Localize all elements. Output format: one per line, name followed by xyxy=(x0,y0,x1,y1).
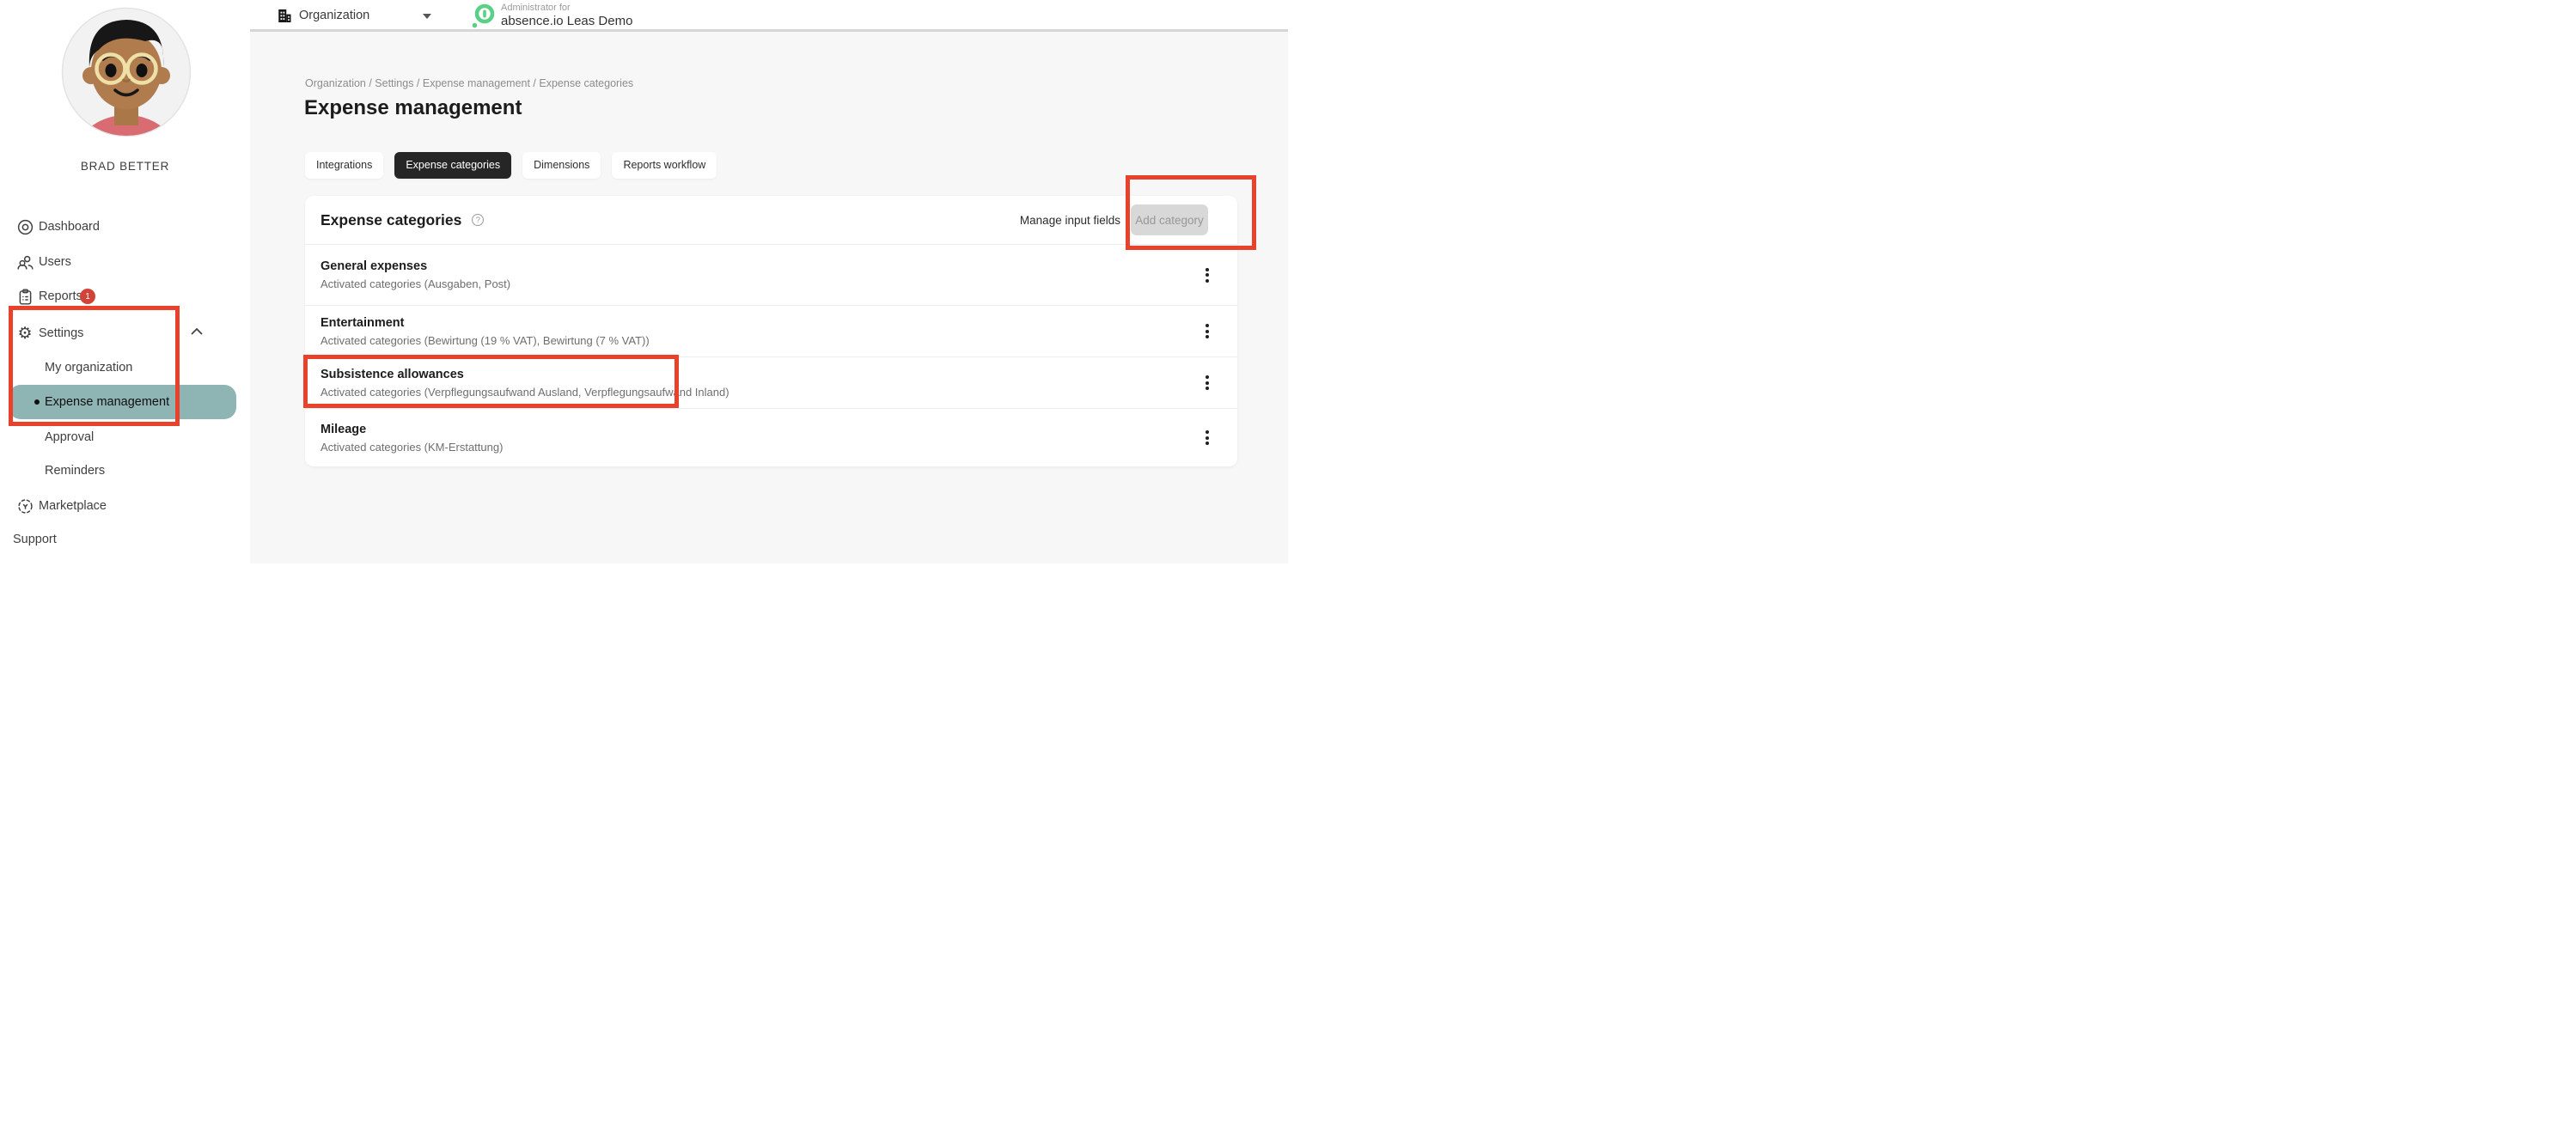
breadcrumb[interactable]: Organization / Settings / Expense manage… xyxy=(305,77,633,89)
app-root: Organization Administrator for absence.i… xyxy=(0,0,1288,564)
sidebar-item-my-organization[interactable]: My organization xyxy=(0,355,250,381)
add-category-button[interactable]: Add category xyxy=(1131,204,1208,235)
tab-bar: Integrations Expense categories Dimensio… xyxy=(305,152,717,179)
clipboard-icon xyxy=(15,287,34,306)
organization-selector-label: Organization xyxy=(299,9,369,22)
help-icon[interactable]: ? xyxy=(472,214,484,226)
kebab-menu-icon[interactable] xyxy=(1198,427,1217,449)
kebab-menu-icon[interactable] xyxy=(1198,320,1217,343)
kebab-menu-icon[interactable] xyxy=(1198,372,1217,394)
sidebar: BRAD BETTER Dashboard Users xyxy=(0,0,250,564)
category-row-subsistence-allowances[interactable]: Subsistence allowances Activated categor… xyxy=(305,356,1237,408)
sidebar-item-expense-management[interactable]: Expense management xyxy=(0,389,250,415)
avatar[interactable] xyxy=(61,7,192,137)
sidebar-item-dashboard[interactable]: Dashboard xyxy=(0,214,250,240)
sidebar-item-reports[interactable]: Reports 1 xyxy=(0,283,250,309)
tab-expense-categories[interactable]: Expense categories xyxy=(394,152,511,179)
manage-input-fields-link[interactable]: Manage input fields xyxy=(1020,214,1120,227)
category-row-general-expenses[interactable]: General expenses Activated categories (A… xyxy=(305,244,1237,305)
current-organization-name: absence.io Leas Demo xyxy=(501,14,632,28)
sidebar-item-reminders[interactable]: Reminders xyxy=(0,458,250,484)
chevron-up-icon xyxy=(191,327,203,335)
sidebar-item-users[interactable]: Users xyxy=(0,249,250,275)
bullet-dot-icon xyxy=(34,399,40,405)
kebab-menu-icon[interactable] xyxy=(1198,264,1217,286)
administrator-for-label: Administrator for xyxy=(501,3,632,14)
marketplace-icon xyxy=(15,496,34,515)
sidebar-item-marketplace[interactable]: Marketplace xyxy=(0,493,250,519)
sidebar-item-approval[interactable]: Approval xyxy=(0,424,250,450)
absence-logo-icon xyxy=(472,3,495,29)
admin-org-switcher[interactable]: Administrator for absence.io Leas Demo xyxy=(472,3,632,29)
building-icon xyxy=(277,8,292,24)
expense-categories-card: Expense categories ? Manage input fields… xyxy=(305,196,1237,466)
card-header: Expense categories ? Manage input fields… xyxy=(305,196,1237,244)
tab-integrations[interactable]: Integrations xyxy=(305,152,383,179)
page-title: Expense management xyxy=(304,96,522,120)
card-title: Expense categories xyxy=(320,211,461,229)
sidebar-item-support[interactable]: Support xyxy=(0,527,250,552)
users-icon xyxy=(15,253,34,271)
category-row-entertainment[interactable]: Entertainment Activated categories (Bewi… xyxy=(305,305,1237,356)
caret-down-icon[interactable] xyxy=(423,14,431,19)
tab-dimensions[interactable]: Dimensions xyxy=(522,152,601,179)
sidebar-item-settings[interactable]: ⚙ Settings xyxy=(0,320,250,346)
gear-icon: ⚙ xyxy=(15,324,34,343)
tab-reports-workflow[interactable]: Reports workflow xyxy=(612,152,717,179)
eye-icon xyxy=(15,217,34,236)
user-name: BRAD BETTER xyxy=(0,160,250,173)
category-row-mileage[interactable]: Mileage Activated categories (KM-Erstatt… xyxy=(305,408,1237,466)
reports-count-badge: 1 xyxy=(80,289,95,304)
